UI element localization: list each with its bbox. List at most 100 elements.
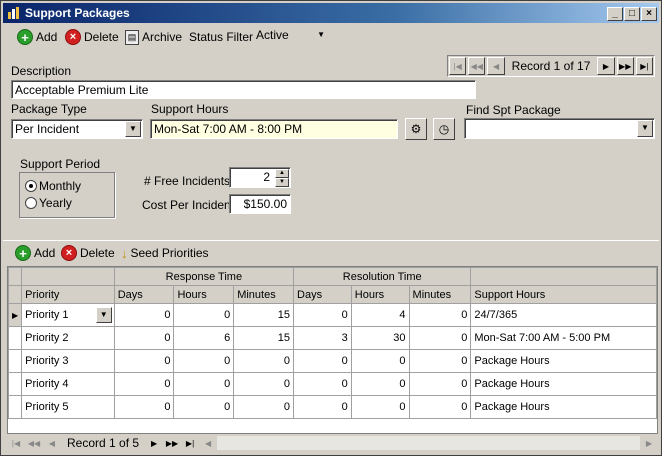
response-minutes-cell[interactable]: 0: [233, 372, 295, 396]
response-hours-cell[interactable]: 0: [173, 372, 235, 396]
prev-record-icon[interactable]: ◀: [487, 57, 505, 75]
next-record-icon[interactable]: ▶: [146, 435, 162, 451]
scroll-left-icon[interactable]: ◀: [200, 435, 216, 451]
grid-navigator: |◀ ◀◀ ◀ Record 1 of 5 ▶ ▶▶ ▶| ◀ ▶: [7, 434, 658, 452]
priority-cell[interactable]: Priority 4: [21, 372, 115, 396]
column-header[interactable]: Minutes: [233, 285, 295, 304]
spin-up-icon[interactable]: ▲: [275, 169, 289, 178]
resolution-hours-cell[interactable]: 0: [350, 349, 410, 373]
find-package-select[interactable]: ▼: [464, 118, 655, 139]
response-days-cell[interactable]: 0: [113, 395, 175, 419]
priority-cell[interactable]: Priority 3: [21, 349, 115, 373]
response-days-cell[interactable]: 0: [113, 372, 175, 396]
chevron-down-icon[interactable]: ▼: [95, 307, 112, 323]
resolution-hours-cell[interactable]: 4: [350, 303, 410, 327]
detail-add-button[interactable]: + Add: [15, 244, 55, 262]
next-page-icon[interactable]: ▶▶: [164, 435, 180, 451]
resolution-days-cell[interactable]: 3: [293, 326, 352, 350]
support-hours-cell[interactable]: 24/7/365: [470, 303, 657, 327]
status-filter-select[interactable]: Active ▼: [253, 26, 329, 47]
response-hours-cell[interactable]: 6: [173, 326, 235, 350]
delete-button[interactable]: × Delete: [65, 28, 119, 46]
column-header[interactable]: Days: [293, 285, 352, 304]
table-row[interactable]: Priority 2 0 6 15 3 30 0 Mon-Sat 7:00 AM…: [8, 326, 657, 350]
row-header-corner: [8, 285, 23, 304]
resolution-minutes-cell[interactable]: 0: [408, 326, 472, 350]
cost-per-incident-field[interactable]: $150.00: [229, 194, 291, 214]
resolution-minutes-cell[interactable]: 0: [408, 349, 472, 373]
response-days-cell[interactable]: 0: [113, 349, 175, 373]
support-hours-cell[interactable]: Mon-Sat 7:00 AM - 5:00 PM: [470, 326, 657, 350]
resolution-hours-cell[interactable]: 0: [350, 372, 410, 396]
priority-cell[interactable]: Priority 1 ▼: [21, 303, 115, 327]
support-hours-cell[interactable]: Package Hours: [470, 395, 657, 419]
column-header[interactable]: Hours: [173, 285, 235, 304]
response-minutes-cell[interactable]: 0: [233, 395, 295, 419]
table-row[interactable]: Priority 5 0 0 0 0 0 0 Package Hours: [8, 395, 657, 419]
radio-selected-icon: [25, 180, 37, 192]
empty-header: [21, 267, 115, 286]
column-header[interactable]: Hours: [350, 285, 410, 304]
next-record-icon[interactable]: ▶: [597, 57, 615, 75]
resolution-days-cell[interactable]: 0: [293, 395, 352, 419]
edit-hours-icon[interactable]: ⚙: [405, 118, 427, 140]
description-field[interactable]: Acceptable Premium Lite: [11, 80, 476, 99]
next-page-icon[interactable]: ▶▶: [616, 57, 634, 75]
minimize-button[interactable]: _: [607, 7, 623, 21]
prev-page-icon[interactable]: ◀◀: [26, 435, 42, 451]
resolution-hours-cell[interactable]: 0: [350, 395, 410, 419]
column-header[interactable]: Priority: [21, 285, 115, 304]
first-record-icon[interactable]: |◀: [8, 435, 24, 451]
priority-cell[interactable]: Priority 5: [21, 395, 115, 419]
prev-record-icon[interactable]: ◀: [44, 435, 60, 451]
scroll-right-icon[interactable]: ▶: [641, 435, 657, 451]
priority-cell[interactable]: Priority 2: [21, 326, 115, 350]
resolution-days-cell[interactable]: 0: [293, 372, 352, 396]
add-button[interactable]: + Add: [17, 28, 57, 46]
column-header[interactable]: Days: [113, 285, 175, 304]
free-incidents-stepper[interactable]: 2 ▲ ▼: [229, 167, 291, 188]
resolution-days-cell[interactable]: 0: [293, 349, 352, 373]
clock-icon[interactable]: ◷: [433, 118, 455, 140]
package-type-select[interactable]: Per Incident ▼: [11, 119, 143, 139]
horizontal-scrollbar[interactable]: [217, 436, 640, 450]
first-record-icon[interactable]: |◀: [449, 57, 467, 75]
title-bar[interactable]: Support Packages _ □ ×: [3, 3, 659, 23]
response-hours-cell[interactable]: 0: [173, 303, 235, 327]
archive-button[interactable]: ▤ Archive: [125, 28, 182, 46]
response-minutes-cell[interactable]: 0: [233, 349, 295, 373]
support-hours-cell[interactable]: Package Hours: [470, 372, 657, 396]
response-hours-cell[interactable]: 0: [173, 395, 235, 419]
period-yearly-radio[interactable]: Yearly: [25, 196, 72, 210]
detail-add-label: Add: [34, 246, 56, 260]
maximize-button[interactable]: □: [624, 7, 640, 21]
support-hours-field[interactable]: Mon-Sat 7:00 AM - 8:00 PM: [150, 119, 398, 139]
resolution-minutes-cell[interactable]: 0: [408, 372, 472, 396]
last-record-icon[interactable]: ▶|: [182, 435, 198, 451]
table-row[interactable]: Priority 3 0 0 0 0 0 0 Package Hours: [8, 349, 657, 373]
response-hours-cell[interactable]: 0: [173, 349, 235, 373]
response-minutes-cell[interactable]: 15: [233, 326, 295, 350]
resolution-days-cell[interactable]: 0: [293, 303, 352, 327]
response-days-cell[interactable]: 0: [113, 326, 175, 350]
support-hours-cell[interactable]: Package Hours: [470, 349, 657, 373]
detail-delete-button[interactable]: × Delete: [61, 244, 115, 262]
spinner[interactable]: ▲ ▼: [275, 169, 289, 187]
resolution-hours-cell[interactable]: 30: [350, 326, 410, 350]
spin-down-icon[interactable]: ▼: [275, 178, 289, 187]
column-header[interactable]: Minutes: [408, 285, 472, 304]
grid-record-position: Record 1 of 5: [67, 436, 140, 450]
last-record-icon[interactable]: ▶|: [635, 57, 654, 75]
close-button[interactable]: ×: [641, 7, 657, 21]
column-header[interactable]: Support Hours: [470, 285, 657, 304]
window-title: Support Packages: [25, 6, 130, 20]
period-monthly-radio[interactable]: Monthly: [25, 179, 81, 193]
table-row[interactable]: ▶ Priority 1 ▼ 0 0 15 0 4 0 24/7/365: [8, 303, 657, 327]
resolution-minutes-cell[interactable]: 0: [408, 303, 472, 327]
prev-page-icon[interactable]: ◀◀: [468, 57, 486, 75]
resolution-minutes-cell[interactable]: 0: [408, 395, 472, 419]
seed-priorities-button[interactable]: ↓ Seed Priorities: [121, 244, 209, 262]
response-days-cell[interactable]: 0: [113, 303, 175, 327]
table-row[interactable]: Priority 4 0 0 0 0 0 0 Package Hours: [8, 372, 657, 396]
response-minutes-cell[interactable]: 15: [233, 303, 295, 327]
